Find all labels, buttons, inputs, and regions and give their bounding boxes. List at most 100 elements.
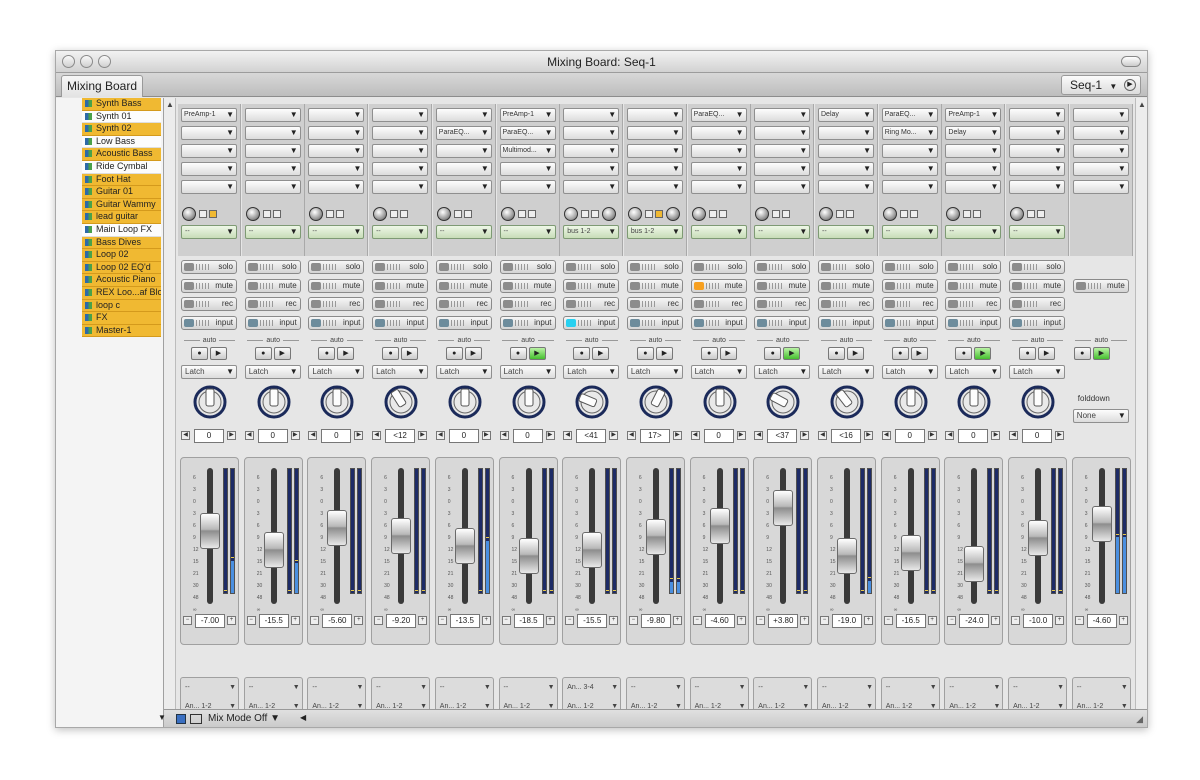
input-selector[interactable]: -- ▼: [629, 681, 684, 694]
send-pre-button[interactable]: [772, 210, 781, 218]
sequence-selector[interactable]: Seq-1 ▼ ▶: [1061, 75, 1141, 95]
automation-record-button[interactable]: ●: [700, 347, 718, 360]
rec-button[interactable]: rec: [881, 297, 938, 311]
send-pan-knob[interactable]: [665, 207, 680, 221]
volume-fader[interactable]: [327, 510, 348, 546]
input-button[interactable]: input: [754, 315, 811, 330]
pan-increment-button[interactable]: ▶: [545, 431, 555, 440]
fader-increment-button[interactable]: +: [927, 616, 937, 625]
pan-value[interactable]: 0: [512, 429, 543, 443]
rec-button[interactable]: rec: [754, 297, 811, 311]
send-pre-button[interactable]: [453, 210, 462, 218]
input-selector[interactable]: -- ▼: [310, 681, 365, 694]
input-button[interactable]: input: [181, 315, 237, 330]
pan-knob[interactable]: [894, 385, 928, 419]
insert-slot[interactable]: ▼: [754, 108, 811, 122]
fader-increment-button[interactable]: +: [736, 616, 746, 625]
insert-slot[interactable]: ▼: [244, 108, 301, 122]
fader-value[interactable]: -15.5: [577, 614, 608, 628]
send-bus-selector[interactable]: -- ▼: [181, 225, 237, 239]
insert-slot[interactable]: ▼: [1072, 126, 1129, 140]
send-pre-button[interactable]: [326, 210, 335, 218]
left-scrollbar[interactable]: ▲: [164, 98, 176, 716]
automation-mode-select[interactable]: Latch ▼: [1009, 365, 1066, 379]
fader-value[interactable]: -18.5: [513, 614, 544, 628]
insert-slot[interactable]: ▼: [818, 126, 874, 140]
automation-mode-select[interactable]: Latch ▼: [499, 365, 556, 379]
send-pre-button[interactable]: [644, 210, 653, 218]
insert-slot[interactable]: ▼: [435, 180, 492, 194]
insert-slot[interactable]: ▼: [945, 144, 1002, 158]
insert-slot[interactable]: ▼: [945, 162, 1002, 176]
insert-slot[interactable]: ▼: [626, 126, 683, 140]
mute-button[interactable]: mute: [308, 278, 365, 293]
fader-value[interactable]: -16.5: [895, 614, 926, 628]
track-list-item[interactable]: Foot Hat: [82, 173, 161, 187]
send-pre-button[interactable]: [963, 210, 972, 218]
pan-decrement-button[interactable]: ◀: [818, 431, 827, 440]
automation-record-button[interactable]: ●: [891, 347, 909, 360]
mute-button[interactable]: mute: [435, 278, 492, 293]
mute-button[interactable]: mute: [818, 278, 874, 293]
insert-slot[interactable]: Delay ▼: [818, 108, 874, 122]
pan-knob[interactable]: [448, 385, 482, 419]
insert-slot[interactable]: Ring Mo... ▼: [881, 126, 938, 140]
pan-knob[interactable]: [639, 385, 673, 419]
input-button[interactable]: input: [881, 315, 938, 330]
fader-decrement-button[interactable]: −: [1074, 616, 1084, 625]
send-mute-button[interactable]: [909, 210, 918, 218]
rec-button[interactable]: rec: [818, 297, 874, 311]
mute-button[interactable]: mute: [626, 278, 683, 293]
pan-decrement-button[interactable]: ◀: [754, 431, 764, 440]
automation-mode-select[interactable]: Latch ▼: [563, 365, 620, 379]
send-mute-button[interactable]: [272, 210, 281, 218]
volume-fader[interactable]: [900, 535, 921, 571]
send-level-knob[interactable]: [755, 207, 770, 221]
insert-slot[interactable]: ▼: [1009, 180, 1066, 194]
send-pre-button[interactable]: [708, 210, 717, 218]
insert-slot[interactable]: ▼: [626, 162, 683, 176]
input-button[interactable]: input: [1009, 315, 1066, 330]
pan-value[interactable]: 0: [194, 429, 224, 443]
solo-button[interactable]: solo: [308, 260, 365, 274]
send-bus-selector[interactable]: -- ▼: [690, 225, 747, 239]
volume-fader[interactable]: [1028, 520, 1049, 556]
insert-slot[interactable]: ▼: [626, 180, 683, 194]
insert-slot[interactable]: ▼: [181, 126, 237, 140]
pan-increment-button[interactable]: ▶: [991, 431, 1001, 440]
automation-mode-select[interactable]: Latch ▼: [690, 365, 747, 379]
input-button[interactable]: input: [818, 315, 874, 330]
mute-button[interactable]: mute: [754, 278, 811, 293]
fader-value[interactable]: -13.5: [449, 614, 480, 628]
send-mute-button[interactable]: [718, 210, 727, 218]
pan-increment-button[interactable]: ▶: [354, 431, 364, 440]
insert-slot[interactable]: ▼: [945, 180, 1002, 194]
insert-slot[interactable]: ▼: [563, 126, 620, 140]
volume-fader[interactable]: [454, 528, 475, 564]
insert-slot[interactable]: ▼: [626, 144, 683, 158]
track-list-item[interactable]: Master-1: [82, 324, 161, 338]
insert-slot[interactable]: ▼: [244, 144, 301, 158]
send-level-knob[interactable]: [436, 207, 451, 221]
insert-slot[interactable]: ▼: [435, 144, 492, 158]
insert-slot[interactable]: ▼: [181, 180, 237, 194]
pan-decrement-button[interactable]: ◀: [690, 431, 700, 440]
automation-record-button[interactable]: ●: [636, 347, 654, 360]
insert-slot[interactable]: Delay ▼: [945, 126, 1002, 140]
mute-button[interactable]: mute: [945, 278, 1002, 293]
pan-increment-button[interactable]: ▶: [1055, 431, 1065, 440]
fader-decrement-button[interactable]: −: [756, 616, 766, 625]
volume-fader[interactable]: [1091, 506, 1112, 542]
fader-value[interactable]: -24.0: [959, 614, 990, 628]
track-list-item[interactable]: Ride Cymbal: [82, 160, 161, 174]
pan-value[interactable]: <12: [385, 429, 416, 443]
solo-button[interactable]: solo: [563, 260, 620, 274]
rec-button[interactable]: rec: [308, 297, 365, 311]
insert-slot[interactable]: ▼: [499, 162, 556, 176]
send-mute-button[interactable]: [527, 210, 536, 218]
mute-button[interactable]: mute: [1072, 279, 1129, 293]
insert-slot[interactable]: ▼: [563, 180, 620, 194]
pan-knob[interactable]: [830, 385, 864, 419]
automation-mode-select[interactable]: Latch ▼: [818, 365, 874, 379]
pan-value[interactable]: 0: [894, 429, 925, 443]
